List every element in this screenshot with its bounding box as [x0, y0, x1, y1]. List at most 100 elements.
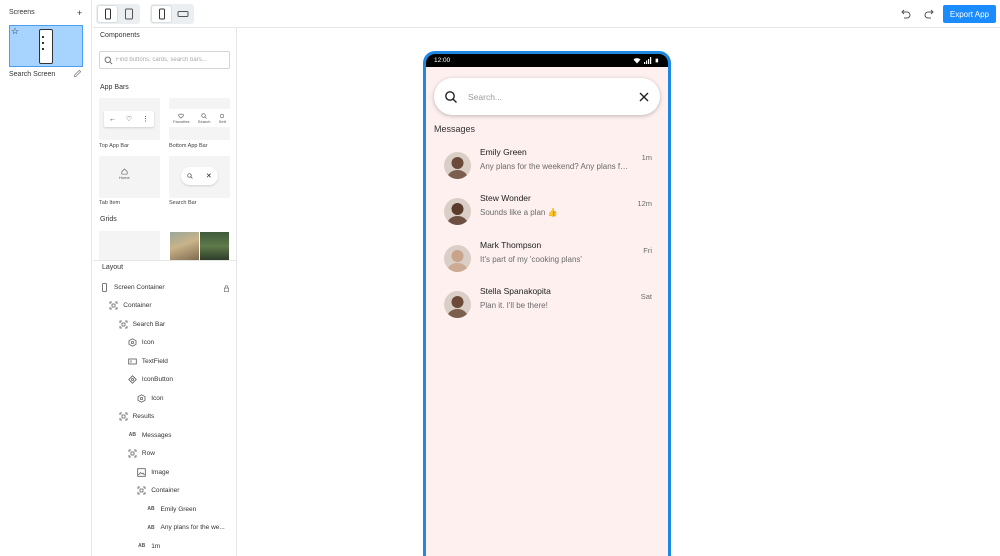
search-text-field[interactable]: Search... — [468, 92, 638, 102]
layout-tree-item[interactable]: Container — [137, 485, 179, 497]
layout-tree-label: Image — [151, 468, 170, 476]
layout-tree-item[interactable]: Screen Container — [100, 281, 165, 293]
avatar — [444, 152, 471, 179]
avatar — [444, 244, 471, 272]
tile-label-bottom-app-bar: Bottom App Bar — [169, 143, 208, 149]
layout-tree-item[interactable]: Container — [109, 300, 151, 312]
layout-tree-item[interactable]: AB Messages — [128, 429, 172, 441]
status-time: 12:00 — [434, 57, 451, 64]
mini-nav-search: Search — [198, 112, 210, 124]
layout-tree-item[interactable]: AB Emily Green — [147, 503, 196, 515]
phone-preview — [39, 29, 53, 64]
phone-icon — [104, 8, 111, 20]
text-icon: AB — [138, 543, 146, 549]
grid-image-1[interactable] — [170, 232, 199, 260]
text-icon: AB — [147, 506, 155, 512]
wifi-icon — [633, 58, 641, 64]
message-sender: Stew Wonder — [480, 193, 531, 204]
section-app-bars: App Bars — [100, 84, 129, 91]
search-bar[interactable]: Search... — [434, 78, 660, 115]
bottom-app-bar-tile[interactable]: Favorites Search Sett — [169, 98, 230, 140]
container-icon — [119, 320, 128, 329]
layout-tree-item[interactable]: Row — [128, 448, 155, 460]
layout-tree-label: Icon — [141, 339, 155, 346]
device-frame: 12:00 Search... Messages Emily Green Any … — [423, 51, 671, 556]
add-screen-button[interactable]: + — [77, 8, 82, 18]
component-search-box — [99, 51, 230, 69]
close-icon[interactable] — [638, 91, 650, 103]
layout-tree-item[interactable]: Icon — [137, 392, 163, 404]
container-icon — [109, 301, 118, 310]
textfield-icon — [128, 357, 137, 366]
undo-icon[interactable] — [898, 7, 912, 21]
message-preview: It's part of my 'cooking plans' — [480, 254, 582, 264]
screens-header: Screens — [9, 9, 35, 16]
search-bar-tile[interactable]: ✕ — [169, 156, 230, 198]
phone-device-button[interactable] — [98, 6, 117, 22]
grid-tile-empty[interactable] — [99, 231, 160, 260]
grid-image-2[interactable] — [200, 232, 229, 260]
layout-tree-item[interactable]: Icon — [128, 337, 154, 349]
message-preview: Sounds like a plan 👍 — [480, 208, 558, 218]
top-app-bar-tile[interactable]: ← ♡ ⋮ — [99, 98, 160, 140]
message-row[interactable]: Stew Wonder Sounds like a plan 👍 12m — [434, 188, 660, 234]
portrait-icon — [158, 8, 165, 20]
component-search-input[interactable] — [116, 57, 226, 63]
message-row[interactable]: Emily Green Any plans for the weekend? An… — [434, 142, 660, 188]
section-grids: Grids — [100, 216, 117, 223]
layout-tree-item[interactable]: AB Any plans for the we... — [147, 522, 224, 534]
image-icon — [137, 467, 146, 477]
phone-icon — [100, 282, 109, 292]
search-icon — [187, 173, 193, 179]
mini-nav-settings: Sett — [219, 113, 226, 124]
mini-nav-favorites: Favorites — [173, 113, 190, 124]
layout-tree-label: Search Bar — [132, 320, 166, 328]
tab-item-tile[interactable]: Home — [99, 156, 160, 198]
message-sender: Emily Green — [480, 147, 527, 157]
screen-thumbnail[interactable]: ☆ — [9, 25, 83, 67]
screen-name[interactable]: Search Screen — [9, 71, 55, 78]
close-icon: ✕ — [205, 173, 212, 180]
components-title: Components — [100, 32, 140, 39]
container-icon — [119, 412, 128, 421]
layout-tree-label: Screen Container — [114, 283, 165, 291]
avatar — [444, 290, 471, 318]
portrait-button[interactable] — [152, 6, 171, 22]
layout-tree-item[interactable]: Search Bar — [119, 318, 166, 330]
heart-icon: ♡ — [125, 116, 133, 123]
status-bar: 12:00 — [426, 54, 668, 67]
tablet-device-button[interactable] — [119, 6, 138, 22]
search-bar-preview: ✕ — [181, 167, 218, 185]
bottom-app-bar-preview: Favorites Search Sett — [169, 109, 230, 127]
tile-label-search-bar: Search Bar — [169, 200, 197, 206]
layout-tree-label: Icon — [151, 394, 164, 402]
layout-tree-item[interactable]: Results — [119, 411, 154, 423]
pencil-icon[interactable] — [73, 69, 82, 78]
export-app-button[interactable]: Export App — [942, 5, 996, 23]
tab-item-preview: Home — [119, 168, 130, 180]
layout-tree-label: Messages — [141, 431, 172, 439]
landscape-icon — [177, 11, 188, 17]
layout-tree-item[interactable]: AB 1m — [137, 540, 160, 552]
message-row[interactable]: Stella Spanakopita Plan it. I'll be there… — [434, 281, 660, 327]
message-time: 1m — [641, 153, 652, 162]
message-time: Fri — [643, 245, 652, 255]
message-row[interactable]: Mark Thompson It's part of my 'cooking pl… — [434, 235, 660, 281]
layout-tree-label: IconButton — [141, 376, 173, 383]
status-icons — [633, 57, 660, 64]
layout-tree-label: Row — [141, 450, 155, 457]
layout-title: Layout — [102, 264, 124, 271]
star-icon[interactable]: ☆ — [11, 26, 19, 37]
components-panel: Components App Bars ← ♡ ⋮ Top App Bar Fa… — [93, 28, 237, 260]
redo-icon[interactable] — [923, 7, 937, 21]
landscape-button[interactable] — [173, 6, 192, 22]
layout-tree-label: Container — [151, 487, 180, 494]
lock-icon[interactable] — [223, 285, 230, 292]
layout-tree-item[interactable]: TextField — [128, 355, 168, 367]
layout-tree-item[interactable]: Image — [137, 466, 169, 478]
container-icon — [137, 486, 146, 495]
more-vert-icon: ⋮ — [142, 116, 150, 123]
message-sender: Mark Thompson — [480, 239, 542, 250]
layout-tree-item[interactable]: IconButton — [128, 374, 173, 386]
tablet-icon — [124, 8, 133, 20]
